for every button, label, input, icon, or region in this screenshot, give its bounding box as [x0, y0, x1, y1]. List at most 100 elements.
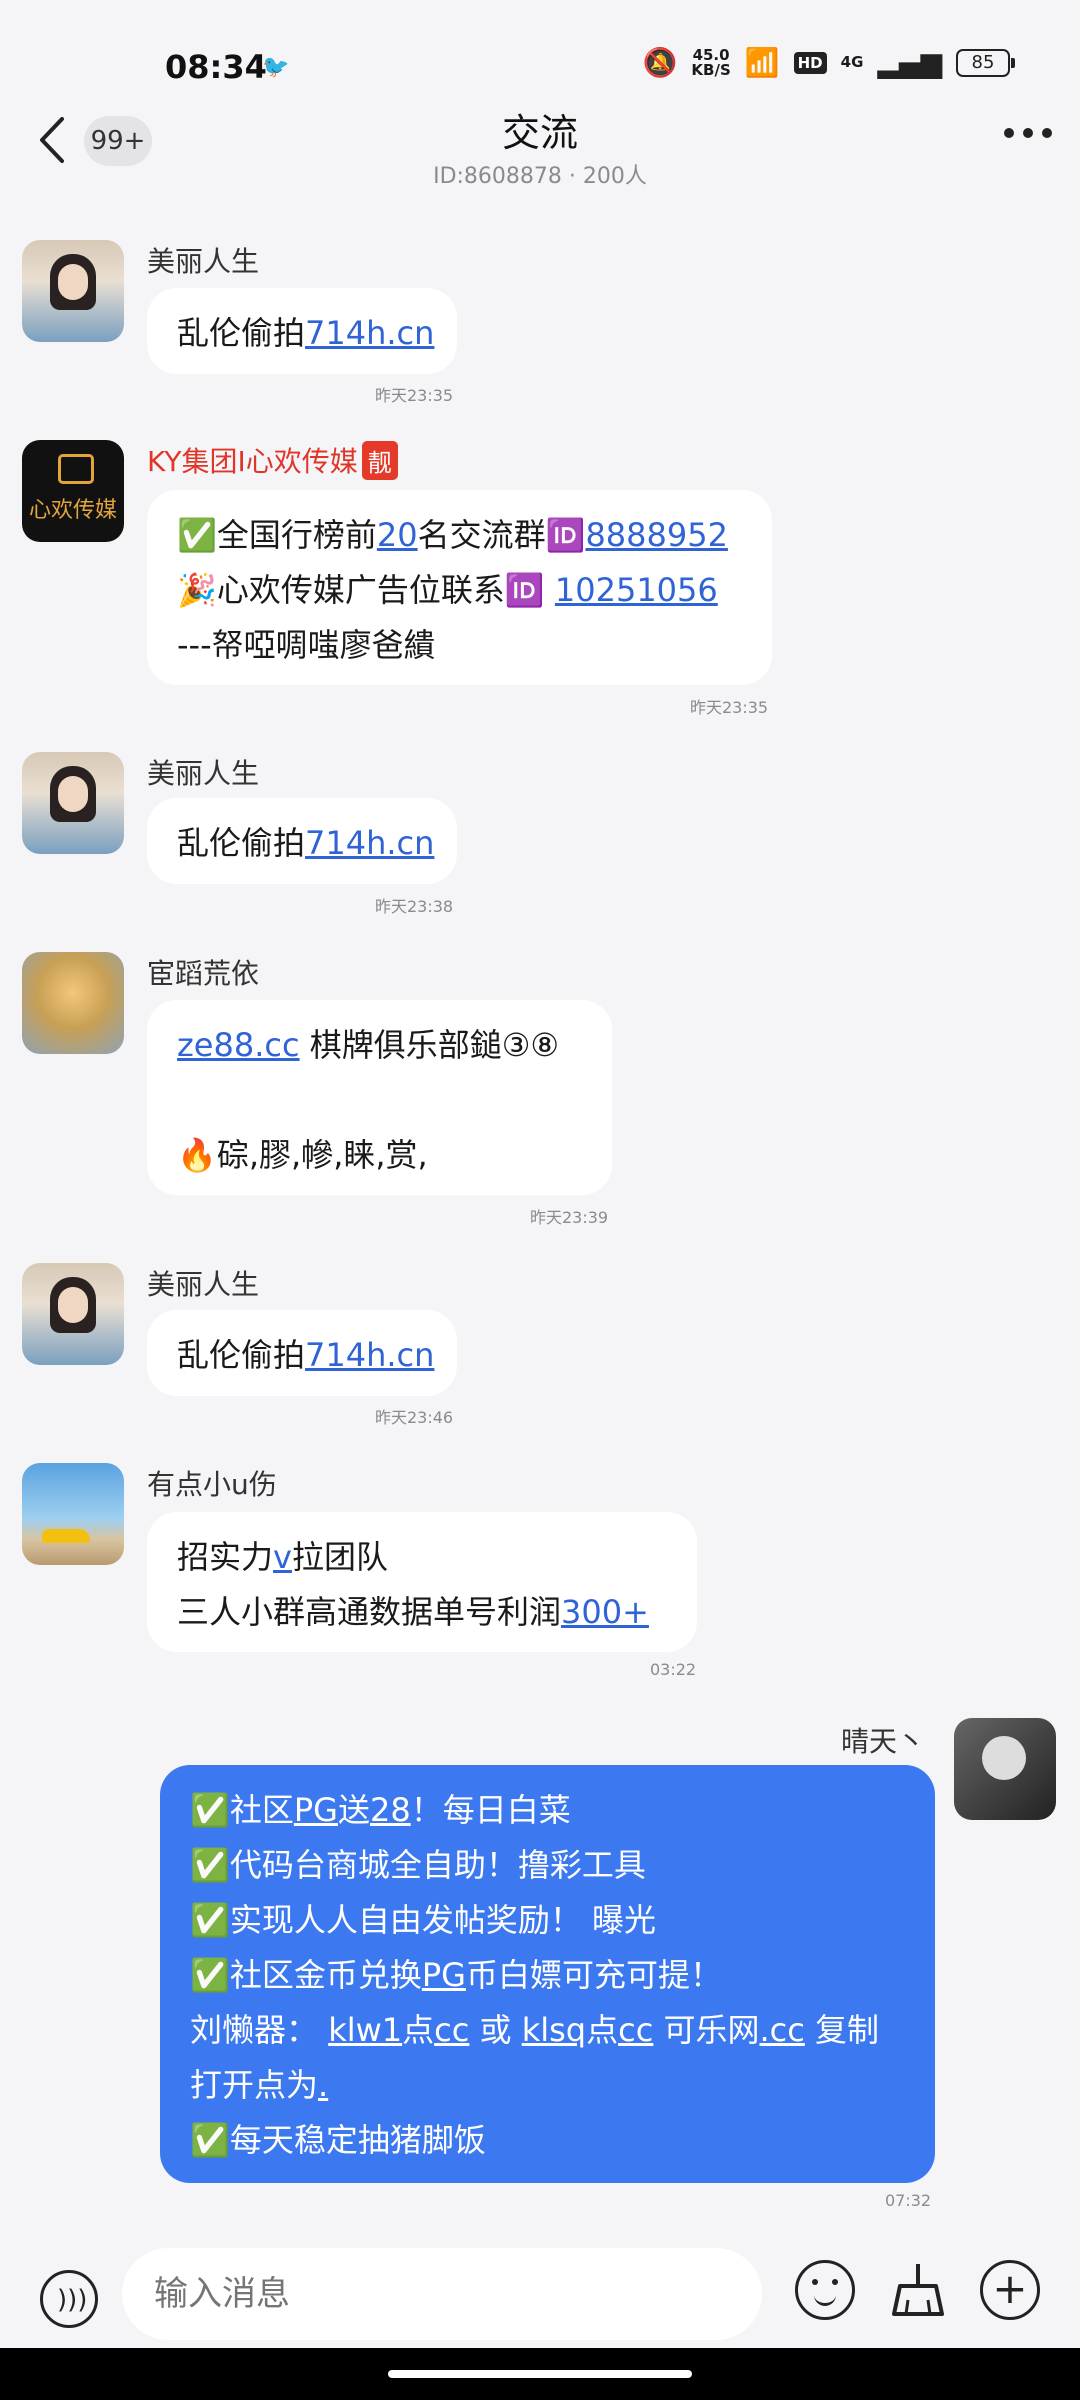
message-line: 三人小群高通数据单号利润300+	[177, 1585, 667, 1640]
sender-name-text: 美丽人生	[147, 757, 260, 790]
message-line: ---帑啞啁嗤廖爸繢	[177, 618, 742, 673]
message-text: 或	[469, 2011, 522, 2049]
message-text: 🔥碂,膠,幓,睐,赏,	[177, 1136, 428, 1174]
title-badge: 靓	[361, 441, 398, 480]
message-link[interactable]: ze88.cc	[177, 1026, 300, 1064]
message-link[interactable]: 10251056	[555, 571, 718, 609]
message-line: ✅社区PG送28！每日白菜	[190, 1783, 905, 1838]
avatar[interactable]	[22, 1463, 124, 1565]
sender-name[interactable]: 美丽人生	[147, 240, 259, 280]
message-link[interactable]: 714h.cn	[305, 314, 434, 352]
battery-icon: 85	[956, 48, 1015, 77]
message-line: 招实力v拉团队	[177, 1530, 667, 1585]
message-text: 招实力	[177, 1538, 274, 1576]
sender-name[interactable]: 美丽人生	[147, 752, 259, 792]
message-line: ze88.cc 棋牌俱乐部鎚③⑧	[177, 1018, 582, 1073]
sender-name-text: 美丽人生	[147, 1268, 260, 1301]
sender-name[interactable]: 晴天丶	[841, 1720, 925, 1760]
avatar[interactable]	[22, 1263, 124, 1365]
sender-name-text: KY集团I心欢传媒	[147, 445, 358, 478]
message-text: 可乐网	[653, 2011, 760, 2049]
group-info: ID:8608878 · 200人	[433, 164, 647, 189]
message-link[interactable]: klw1	[328, 2011, 402, 2049]
message-text: 打开点为	[190, 2066, 319, 2104]
sender-name[interactable]: 宦蹈荒依	[147, 952, 259, 992]
plus-icon[interactable]: +	[980, 2260, 1040, 2320]
message-timestamp: 03:22	[650, 1660, 697, 1679]
message-line: 刘懒器： klw1点cc 或 klsq点cc 可乐网.cc 复制	[190, 2003, 905, 2058]
message-timestamp: 昨天23:35	[690, 698, 769, 717]
message-line: 🎉心欢传媒广告位联系🆔 10251056	[177, 563, 742, 618]
signal-bars-icon: ▂▄▆	[877, 46, 942, 79]
message-link[interactable]: PG	[294, 1791, 338, 1829]
message-text: 币白嫖可充可提！	[465, 1956, 722, 1994]
avatar[interactable]	[22, 240, 124, 342]
message-text: 乱伦偷拍	[177, 824, 306, 862]
message-bubble[interactable]: 乱伦偷拍714h.cn	[147, 1310, 457, 1396]
sender-name[interactable]: KY集团I心欢传媒靓	[147, 440, 398, 480]
more-dots-icon[interactable]	[1004, 128, 1052, 138]
message-bubble[interactable]: ze88.cc 棋牌俱乐部鎚③⑧ 🔥碂,膠,幓,睐,赏,	[147, 1000, 612, 1195]
message-link[interactable]: 20	[377, 516, 418, 554]
message-timestamp: 昨天23:35	[375, 386, 454, 405]
avatar[interactable]	[954, 1718, 1056, 1820]
sender-name-text: 晴天丶	[840, 1725, 925, 1758]
network-speed: 45.0 KB/S	[691, 45, 731, 79]
message-link[interactable]: .	[318, 2066, 328, 2104]
home-indicator[interactable]	[388, 2370, 692, 2378]
message-line: ✅每天稳定抽猪脚饭	[190, 2113, 905, 2168]
message-text: 乱伦偷拍	[177, 1336, 306, 1374]
message-bubble[interactable]: 乱伦偷拍714h.cn	[147, 798, 457, 884]
sender-name[interactable]: 美丽人生	[147, 1263, 259, 1303]
wifi-icon: 📶	[744, 46, 780, 79]
message-link[interactable]: 28	[370, 1791, 411, 1829]
avatar[interactable]: 心欢传媒	[22, 440, 124, 542]
message-link[interactable]: 714h.cn	[305, 824, 434, 862]
message-bubble[interactable]: 招实力v拉团队 三人小群高通数据单号利润300+	[147, 1512, 697, 1652]
message-line: ✅社区金币兑换PG币白嫖可充可提！	[190, 1948, 905, 2003]
message-line: 乱伦偷拍714h.cn	[177, 816, 434, 871]
message-input[interactable]	[122, 2248, 762, 2340]
message-text: 乱伦偷拍	[177, 314, 306, 352]
message-bubble[interactable]: 乱伦偷拍714h.cn	[147, 288, 457, 374]
sender-name-text: 宦蹈荒依	[147, 957, 260, 990]
message-timestamp: 昨天23:39	[530, 1208, 609, 1227]
message-link[interactable]: klsq	[522, 2011, 586, 2049]
message-line	[177, 1073, 582, 1128]
message-link[interactable]: 714h.cn	[305, 1336, 434, 1374]
avatar-text: 心欢传媒	[28, 498, 117, 523]
app-notification-icon: 🐦	[262, 55, 290, 80]
emoji-icon[interactable]	[795, 2260, 855, 2320]
message-line: 打开点为.	[190, 2058, 905, 2113]
signal-4g: 4G	[840, 53, 864, 71]
message-link[interactable]: 300+	[561, 1593, 649, 1631]
message-text: ---帑啞啁嗤廖爸繢	[177, 626, 436, 664]
message-link[interactable]: v	[273, 1538, 292, 1576]
gesture-bar	[0, 2348, 1080, 2400]
message-timestamp: 昨天23:46	[375, 1408, 454, 1427]
message-link[interactable]: PG	[422, 1956, 466, 1994]
avatar[interactable]	[22, 952, 124, 1054]
mute-icon: 🔕	[642, 46, 678, 79]
status-icons: 🔕 45.0 KB/S 📶 HD 4G ▂▄▆ 85	[642, 45, 1015, 79]
page-title: 交流	[501, 111, 578, 155]
message-line: 乱伦偷拍714h.cn	[177, 1328, 434, 1383]
voice-icon[interactable]: )))	[40, 2270, 98, 2328]
message-link[interactable]: cc	[434, 2011, 469, 2049]
message-link[interactable]: 8888952	[585, 516, 728, 554]
message-text: ✅社区金币兑换	[190, 1956, 422, 1994]
message-text: ✅全国行榜前	[177, 516, 377, 554]
message-text: 点	[402, 2011, 435, 2049]
message-bubble[interactable]: ✅社区PG送28！每日白菜 ✅代码台商城全自助！撸彩工具 ✅实现人人自由发帖奖励！ …	[160, 1765, 935, 2183]
message-line: 乱伦偷拍714h.cn	[177, 306, 434, 361]
message-timestamp: 07:32	[885, 2191, 932, 2210]
message-timestamp: 昨天23:38	[375, 897, 454, 916]
message-link[interactable]: cc	[618, 2011, 653, 2049]
message-text: ✅实现人人自由发帖奖励！ 曝光	[190, 1901, 657, 1939]
message-link[interactable]: .cc	[760, 2011, 805, 2049]
status-time: 08:34	[165, 48, 267, 86]
message-bubble[interactable]: ✅全国行榜前20名交流群🆔8888952 🎉心欢传媒广告位联系🆔 10251056…	[147, 490, 772, 685]
avatar[interactable]	[22, 752, 124, 854]
sender-name[interactable]: 有点小u伤	[147, 1463, 277, 1503]
broom-icon[interactable]	[888, 2260, 948, 2320]
